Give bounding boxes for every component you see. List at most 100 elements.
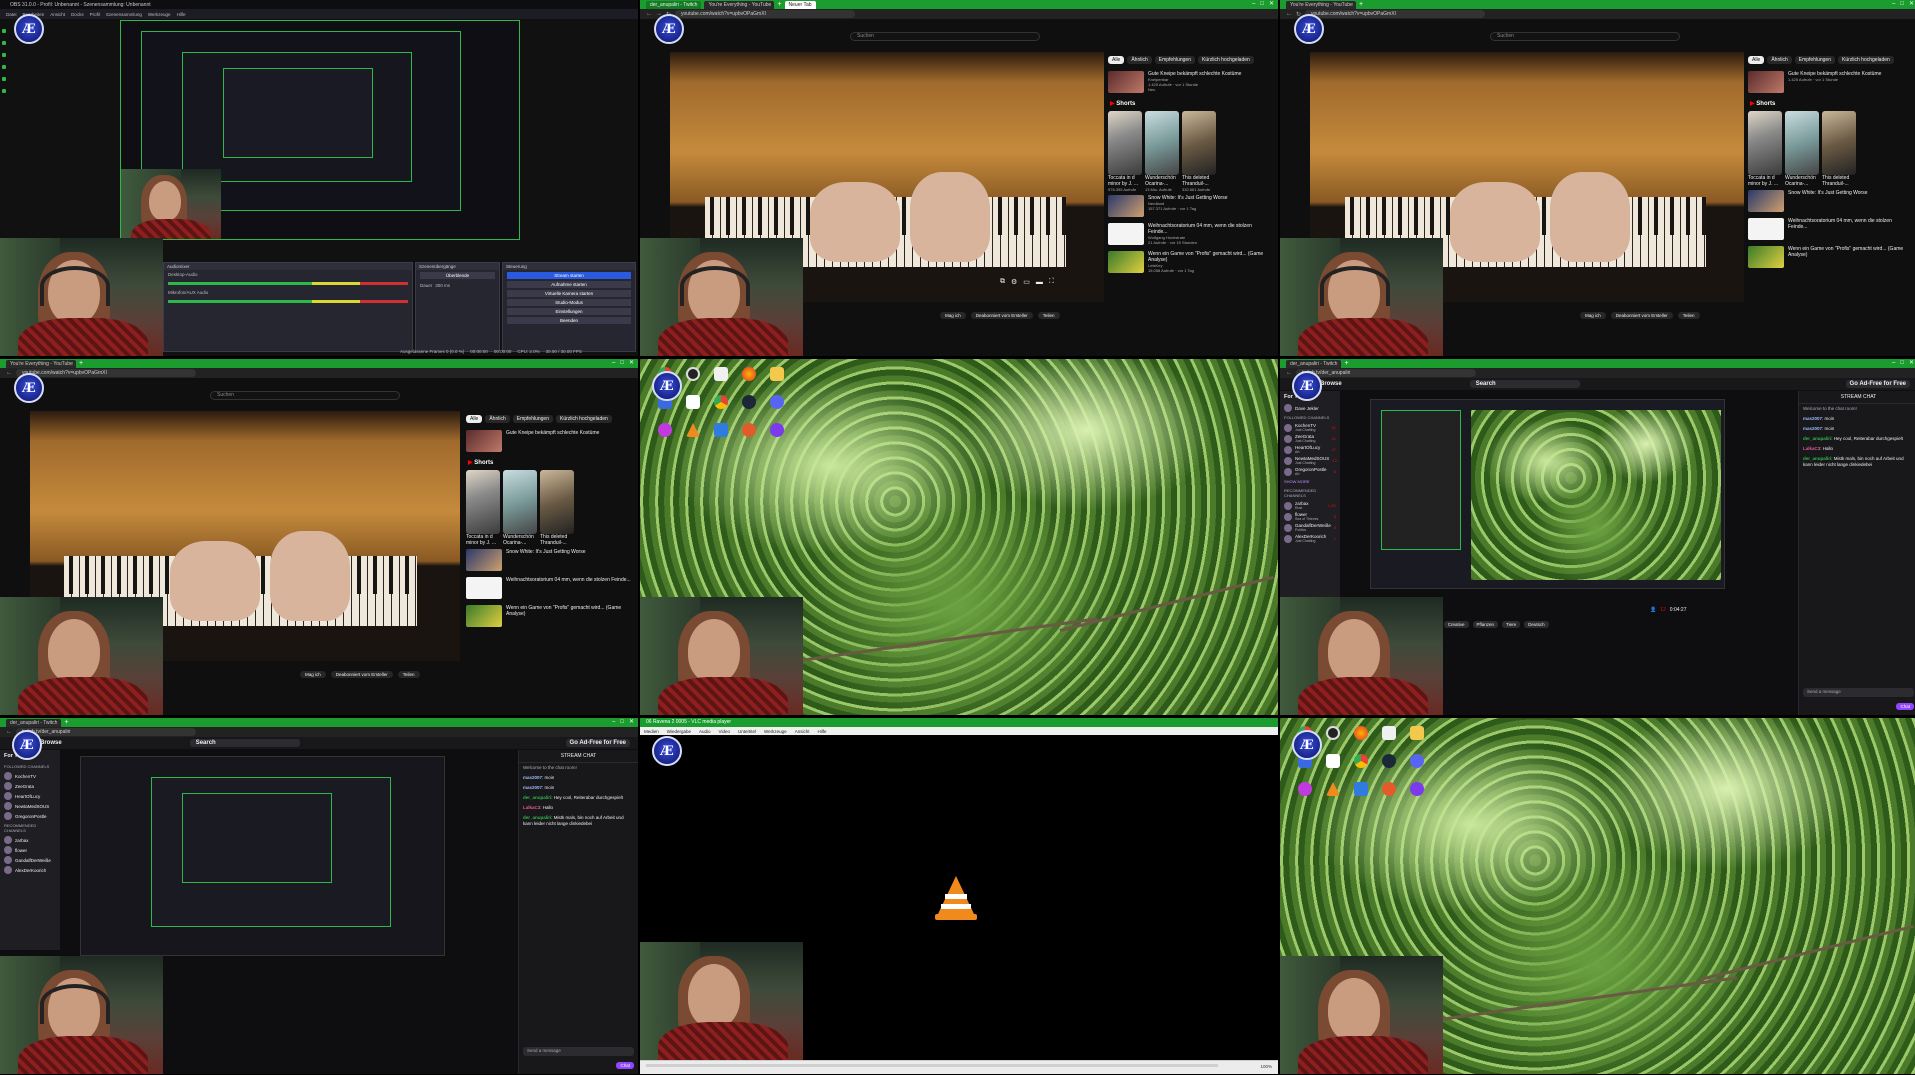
rec-video-2[interactable]: Snow White: It's Just Getting Worse Nerdl… (1104, 192, 1276, 220)
twitch-search-input[interactable]: Search (189, 739, 300, 747)
tag[interactable]: Deutsch (1524, 621, 1549, 628)
rec-video-2[interactable]: Snow White: It's Just Getting Worse (1744, 187, 1915, 215)
obs-menu-scenes[interactable]: Szenensammlung (106, 12, 142, 17)
browser-tab-twitch[interactable]: der_anupaliri - Twitch (1286, 359, 1342, 368)
back-icon[interactable]: ← (6, 729, 12, 735)
tag[interactable]: Creative (1443, 621, 1469, 628)
minimize-icon[interactable]: – (612, 359, 615, 368)
short-item[interactable]: Toccata in d minor by J. ... (466, 470, 500, 546)
desktop-icon-app[interactable] (1348, 776, 1374, 802)
desktop-icon-folder[interactable] (1404, 720, 1430, 746)
close-icon[interactable]: ✕ (1269, 0, 1274, 9)
vlc-menu-view[interactable]: Ansicht (795, 729, 810, 734)
short-item[interactable]: Toccata in d minor by J. ... (1748, 111, 1782, 187)
ad-free-button[interactable]: Go Ad-Free for Free (1845, 380, 1910, 388)
maximize-icon[interactable]: □ (1900, 0, 1904, 9)
followed-channel[interactable]: ZeeGrata (0, 781, 60, 791)
chat-send-button[interactable]: Chat (616, 1062, 634, 1069)
browser-tab-twitch[interactable]: der_anupaliri - Twitch (646, 0, 702, 9)
obs-menu-view[interactable]: Ansicht (50, 12, 65, 17)
recommended-channel[interactable]: zarbax (0, 835, 60, 845)
short-item[interactable]: This deleted Thranduil-... (540, 470, 574, 546)
obs-menu-docks[interactable]: Docks (71, 12, 84, 17)
desktop-icon-folder[interactable] (764, 361, 790, 387)
recommended-channel[interactable]: zarbax Rust 1,3K (1280, 500, 1340, 511)
chip-all[interactable]: Alle (1748, 56, 1765, 64)
back-icon[interactable]: ← (6, 370, 12, 376)
desktop-icon-files[interactable] (1376, 720, 1402, 746)
new-tab-icon[interactable]: + (777, 1, 781, 9)
youtube-search-input[interactable]: Suchen (850, 32, 1040, 41)
browse-link[interactable]: Browse (1320, 381, 1342, 387)
minimize-icon[interactable]: – (1252, 0, 1255, 9)
chat-input[interactable]: Send a message (1803, 688, 1914, 697)
back-icon[interactable]: ← (1286, 11, 1292, 17)
desktop-icon-document[interactable] (680, 389, 706, 415)
desktop-icon-music[interactable] (652, 417, 678, 443)
duration-value[interactable]: 300 ms (435, 283, 450, 288)
settings-gear-icon[interactable]: ⚙ (1011, 278, 1017, 286)
desktop-icon-firefox[interactable] (736, 361, 762, 387)
chip-similar[interactable]: Ähnlich (1767, 56, 1792, 64)
show-more-link[interactable]: Show More (1280, 477, 1340, 486)
obs-menu-profile[interactable]: Profil (90, 12, 100, 17)
followed-channel[interactable]: NewtaMedSOUS Just Chatting 13 (1280, 455, 1340, 466)
rec-video-1[interactable]: Gute Kneipe bekämpft schlechte Kostüme (462, 427, 638, 455)
short-item[interactable]: This deleted Thranduil-... (1822, 111, 1856, 187)
rec-video-4[interactable]: Wenn ein Game von "Profis" gemacht wird.… (462, 602, 638, 630)
chip-all[interactable]: Alle (466, 415, 483, 423)
obs-menu-tools[interactable]: Werkzeuge (148, 12, 171, 17)
start-recording-button[interactable]: Aufnahme starten (507, 281, 631, 288)
url-field[interactable]: twitch.tv/der_anupaliri (16, 728, 196, 736)
desktop-icon-discord[interactable] (764, 389, 790, 415)
fullscreen-icon[interactable]: ⛶ (1049, 278, 1054, 286)
followed-channel[interactable]: HeartOfLucy Art 27 (1280, 444, 1340, 455)
browser-tab-youtube[interactable]: You're Everything - YouTube (6, 359, 76, 368)
vlc-menu-subtitles[interactable]: Untertitel (738, 729, 756, 734)
short-item[interactable]: This deleted Thranduil-... 332.661 Aufruf… (1182, 111, 1216, 192)
desktop-icon-document[interactable] (1320, 748, 1346, 774)
short-item[interactable]: Wunderschön Ocarina-... 13 Mio. Aufrufe (1145, 111, 1179, 192)
short-item[interactable]: Wunderschön Ocarina-... (1785, 111, 1819, 187)
desktop-icon-app-2[interactable] (736, 417, 762, 443)
vlc-seekbar[interactable] (646, 1064, 1218, 1067)
followed-channel[interactable]: GregoronPostle (0, 811, 60, 821)
rec-video-2[interactable]: Snow White: It's Just Getting Worse (462, 546, 638, 574)
recommended-channel[interactable]: GandalfDerWeiße Politics 5 (1280, 522, 1340, 533)
recommended-channel[interactable]: flower Sea of Thieves 8 (1280, 511, 1340, 522)
close-icon[interactable]: ✕ (1909, 359, 1914, 368)
short-item[interactable]: Toccata in d minor by J. ... 976.395 Aufr… (1108, 111, 1142, 192)
url-field[interactable]: youtube.com/watch?v=upbvOPaGmXI (1305, 10, 1486, 18)
new-tab-icon[interactable]: + (64, 719, 68, 727)
like-button[interactable]: Mag ich (1580, 312, 1606, 319)
youtube-search-input[interactable]: Suchen (1490, 32, 1680, 41)
share-button[interactable]: Teilen (1677, 312, 1700, 319)
chip-recent[interactable]: Kürzlich hochgeladen (1198, 56, 1254, 64)
url-field[interactable]: twitch.tv/der_anupaliri (1296, 369, 1476, 377)
recommended-channel[interactable]: AlexDerKoorich Just Chatting 1 (1280, 533, 1340, 544)
desktop-icon-chrome-2[interactable] (1348, 748, 1374, 774)
desktop-icon-vlc[interactable] (680, 417, 706, 443)
stream-player[interactable] (80, 756, 445, 956)
share-button[interactable]: Teilen (1037, 312, 1060, 319)
miniplayer-icon[interactable]: ▭ (1023, 278, 1030, 286)
followed-channel[interactable]: GregoronPostle Art 6 (1280, 466, 1340, 477)
new-tab-icon[interactable]: + (1344, 360, 1348, 368)
recommended-channel[interactable]: GandalfDerWeiße (0, 855, 60, 865)
desktop-icon-app[interactable] (708, 417, 734, 443)
vlc-menu-audio[interactable]: Audio (699, 729, 711, 734)
recommended-channel[interactable]: flower (0, 845, 60, 855)
desktop-icon-files[interactable] (708, 361, 734, 387)
desktop-icon-music[interactable] (1292, 776, 1318, 802)
desktop-icon-vlc[interactable] (1320, 776, 1346, 802)
rec-video-3[interactable]: Weihnachtsoratorium 04 mm, wenn die stol… (1744, 215, 1915, 243)
chip-all[interactable]: Alle (1108, 56, 1125, 64)
desktop-icon-app-3[interactable] (1404, 776, 1430, 802)
minimize-icon[interactable]: – (1892, 359, 1895, 368)
unsubscribe-button[interactable]: Deabonniert vom Ersteller (330, 671, 393, 678)
ad-free-button[interactable]: Go Ad-Free for Free (565, 739, 630, 747)
desktop-icon-discord[interactable] (1404, 748, 1430, 774)
obs-menu-file[interactable]: Datei (6, 12, 17, 17)
browser-tab-youtube[interactable]: You're Everything - YouTube (1286, 0, 1356, 9)
url-field[interactable]: youtube.com/watch?v=upbvOPaGmXI (16, 369, 196, 377)
